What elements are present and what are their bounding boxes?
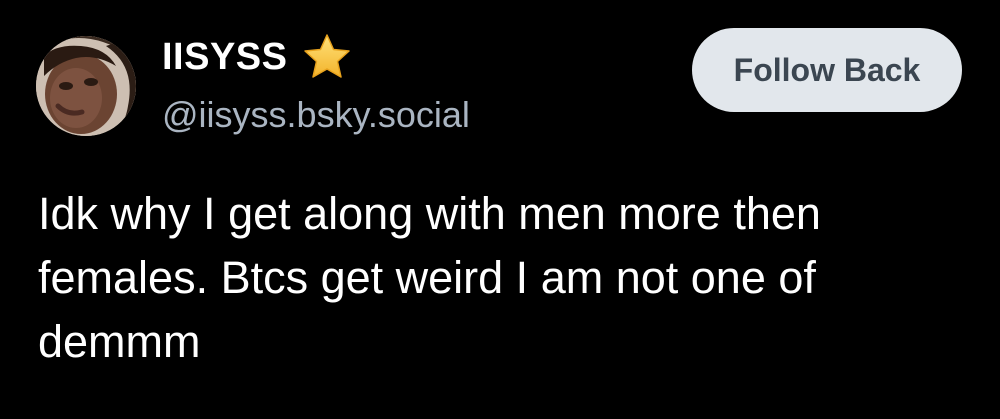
display-name-text: IISYSS [162,35,288,78]
post-text-line: females. Btcs get weird I am not one of [38,252,816,303]
post-card: IISYSS @iisyss.bsky.social Follow Back I… [0,0,1000,419]
star-icon [302,32,352,82]
post-text-line: Idk why I get along with men more then [38,188,821,239]
author-handle[interactable]: @iisyss.bsky.social [162,94,470,136]
follow-back-button[interactable]: Follow Back [692,28,962,112]
post-text-line: demmm [38,316,201,367]
author-display-name[interactable]: IISYSS [162,32,352,82]
avatar-image [36,36,136,136]
avatar[interactable] [36,36,136,136]
post-text: Idk why I get along with men more then f… [38,182,978,374]
